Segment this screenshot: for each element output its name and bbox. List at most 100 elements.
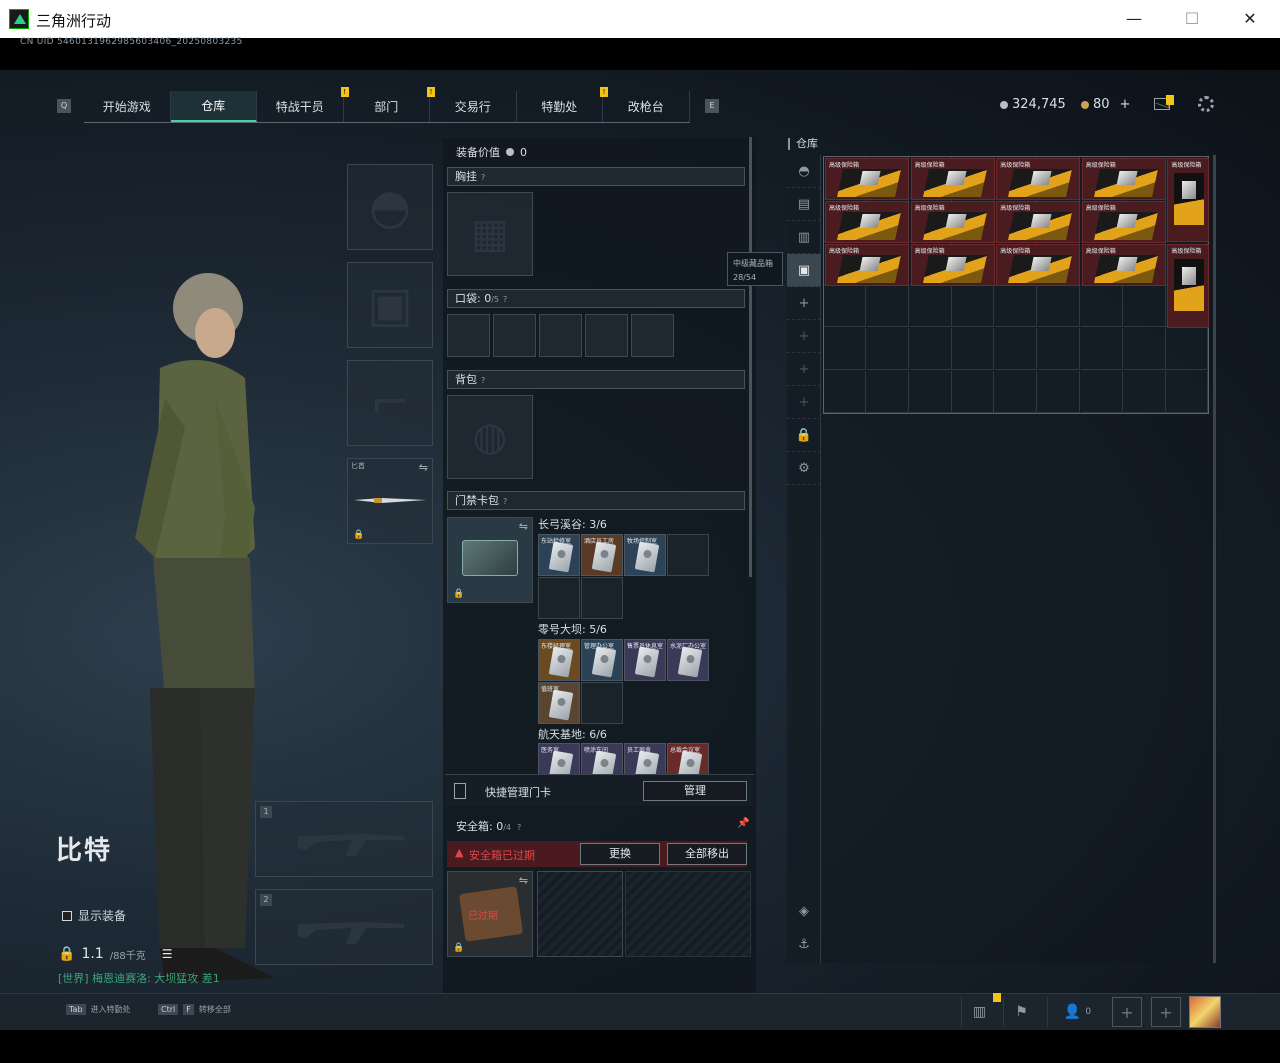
warehouse-item[interactable]: 高级保险箱 xyxy=(910,200,995,243)
world-chat-message[interactable]: [世界] 梅恩迪赛洛: 大坝猛攻 差1 xyxy=(58,970,220,986)
melee-slot[interactable]: 匕首 ⇋ 🔒 xyxy=(347,458,433,544)
keycard-item[interactable]: 酒店员工房 xyxy=(581,534,623,576)
warehouse-cell[interactable] xyxy=(866,371,909,413)
warehouse-cell[interactable] xyxy=(1080,371,1123,413)
warehouse-item[interactable]: 高级保险箱 xyxy=(910,243,995,286)
pocket-slot[interactable] xyxy=(631,314,674,357)
warehouse-cell[interactable] xyxy=(866,328,909,371)
show-gear-checkbox[interactable] xyxy=(62,910,72,921)
warehouse-cell[interactable] xyxy=(952,371,995,413)
keycard-empty-slot[interactable] xyxy=(538,577,580,619)
tab-market[interactable]: 交易行 xyxy=(430,91,517,122)
friends-button[interactable]: 👤 0 xyxy=(1047,997,1107,1027)
backpack-slot[interactable]: ◍ xyxy=(447,395,533,479)
warehouse-cell[interactable] xyxy=(1123,285,1166,328)
safe-box-empty-slot[interactable] xyxy=(537,871,623,957)
move-all-out-button[interactable]: 全部移出 xyxy=(667,843,747,865)
invite-slot-button[interactable]: + xyxy=(1112,997,1142,1027)
warehouse-cell[interactable] xyxy=(995,328,1038,371)
list-icon[interactable]: ☰ xyxy=(162,947,173,961)
pocket-slot[interactable] xyxy=(447,314,490,357)
warehouse-cell[interactable] xyxy=(909,371,952,413)
pocket-slot[interactable] xyxy=(493,314,536,357)
primary-weapon-slot-2[interactable]: 2 xyxy=(255,889,433,965)
silver-currency[interactable]: 324,745 xyxy=(1000,97,1066,112)
warehouse-cell[interactable] xyxy=(1166,328,1209,371)
warehouse-item[interactable]: 高级保险箱 xyxy=(1081,158,1166,200)
warehouse-cell[interactable] xyxy=(1123,371,1166,413)
maximize-button[interactable]: ☐ xyxy=(1180,8,1204,30)
avatar[interactable] xyxy=(1189,996,1221,1028)
keycard-item[interactable]: 水泥厂办公室 xyxy=(667,639,709,681)
stats-icon[interactable]: ▥ xyxy=(961,997,997,1027)
keycard-item[interactable]: 喷涂车间 xyxy=(581,743,623,775)
keycard-item[interactable]: 总裁会议室 xyxy=(667,743,709,775)
pin-icon[interactable]: 📌 xyxy=(737,818,749,829)
pistol-slot[interactable]: ⌐ xyxy=(347,360,433,446)
close-button[interactable]: ✕ xyxy=(1238,8,1262,30)
warehouse-item[interactable]: 高级保险箱 xyxy=(1167,243,1210,328)
gear-icon[interactable]: ⚙ xyxy=(787,452,821,485)
warehouse-item[interactable]: 高级保险箱 xyxy=(825,158,909,200)
warehouse-add-tab-button[interactable]: + xyxy=(787,287,821,320)
keycard-item[interactable]: 东楼经理室 xyxy=(538,639,580,681)
swap-icon[interactable]: ⇋ xyxy=(519,874,528,887)
replace-safe-box-button[interactable]: 更换 xyxy=(580,843,660,865)
warehouse-cell[interactable] xyxy=(909,328,952,371)
tab-special-ops[interactable]: 特勤处! xyxy=(517,87,608,122)
tab-gunsmith[interactable]: 改枪台 xyxy=(603,91,690,122)
warehouse-cell[interactable] xyxy=(1123,328,1166,371)
keycard-holder-slot[interactable]: ⇋ 🔒 xyxy=(447,517,533,603)
warehouse-cell[interactable] xyxy=(1080,285,1123,328)
warehouse-tab-1[interactable]: ▤ xyxy=(787,188,821,221)
settings-gear-icon[interactable] xyxy=(1198,96,1214,112)
flag-icon[interactable]: ⚑ xyxy=(1003,997,1039,1027)
sort-icon[interactable]: ⚓ xyxy=(787,928,821,961)
warehouse-cell[interactable] xyxy=(824,371,866,413)
keycard-item[interactable]: 售票员休息室 xyxy=(624,639,666,681)
keycard-empty-slot[interactable] xyxy=(667,534,709,576)
warehouse-add-tab-button[interactable]: + xyxy=(787,320,821,353)
keycard-empty-slot[interactable] xyxy=(581,577,623,619)
warehouse-scrollbar[interactable] xyxy=(1213,155,1216,963)
keycard-item[interactable]: 牧场控制室 xyxy=(624,534,666,576)
warehouse-add-tab-button[interactable]: + xyxy=(787,386,821,419)
gold-currency[interactable]: 80 + xyxy=(1081,97,1130,112)
warehouse-cell[interactable] xyxy=(1038,285,1080,328)
warehouse-item[interactable]: 高级保险箱 xyxy=(1081,200,1166,243)
layers-icon[interactable]: ◈ xyxy=(787,895,821,928)
warehouse-tab-collection[interactable]: ▣ xyxy=(787,254,821,287)
show-gear-toggle[interactable]: 显示装备 xyxy=(62,907,126,924)
warehouse-cell[interactable] xyxy=(1038,371,1080,413)
warehouse-cell[interactable] xyxy=(1038,328,1080,371)
equipment-scrollbar[interactable] xyxy=(749,137,752,577)
warehouse-cell[interactable] xyxy=(995,285,1038,328)
hotkey-transfer-all[interactable]: Ctrl F 转移全部 xyxy=(158,1004,231,1015)
warehouse-cell[interactable] xyxy=(952,285,995,328)
manage-keycards-button[interactable]: 管理 xyxy=(643,781,747,801)
lock-icon[interactable]: 🔒 xyxy=(787,419,821,452)
warehouse-cell[interactable] xyxy=(866,285,909,328)
warehouse-cell[interactable] xyxy=(824,328,866,371)
swap-icon[interactable]: ⇋ xyxy=(519,520,528,533)
warehouse-item[interactable]: 高级保险箱 xyxy=(996,158,1081,200)
warehouse-cell[interactable] xyxy=(824,285,866,328)
warehouse-item[interactable]: 高级保险箱 xyxy=(1081,243,1166,286)
keycard-item[interactable]: 管理办公室 xyxy=(581,639,623,681)
chest-rig-slot[interactable]: ▦ xyxy=(447,192,533,276)
keycard-item[interactable]: 值班室 xyxy=(538,682,580,724)
primary-weapon-slot-1[interactable]: 1 xyxy=(255,801,433,877)
tab-warehouse[interactable]: 仓库 xyxy=(170,91,257,122)
warehouse-tab-helmet[interactable]: ◓ xyxy=(787,155,821,188)
warehouse-cell[interactable] xyxy=(1166,371,1209,413)
warehouse-tab-2[interactable]: ▥ xyxy=(787,221,821,254)
warehouse-add-tab-button[interactable]: + xyxy=(787,353,821,386)
warehouse-cell[interactable] xyxy=(995,371,1038,413)
keycard-item[interactable]: 东站检修室 xyxy=(538,534,580,576)
armor-slot[interactable]: ▣ xyxy=(347,262,433,348)
helmet-slot[interactable]: ◓ xyxy=(347,164,433,250)
warehouse-cell[interactable] xyxy=(1080,328,1123,371)
warehouse-item[interactable]: 高级保险箱 xyxy=(1167,158,1210,242)
swap-icon[interactable]: ⇋ xyxy=(419,461,428,474)
warehouse-cell[interactable] xyxy=(952,328,995,371)
